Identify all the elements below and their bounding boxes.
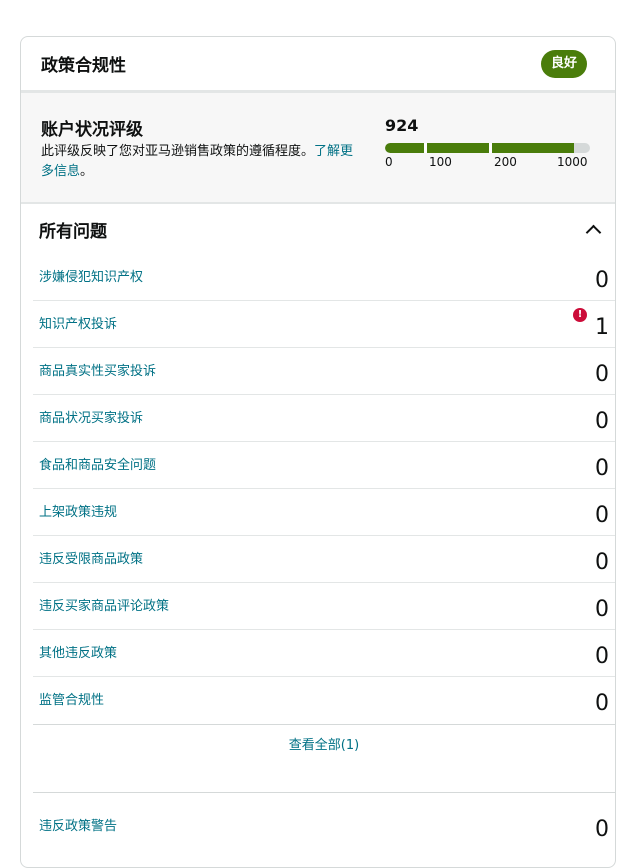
issue-link[interactable]: 涉嫌侵犯知识产权: [39, 266, 143, 285]
rating-tick-100: 100: [429, 155, 452, 169]
card-header: 政策合规性 良好: [21, 37, 615, 93]
rating-bar-separator: [424, 143, 427, 153]
issue-count: 0: [595, 503, 609, 528]
all-issues-title: 所有问题: [39, 221, 107, 242]
rating-score: 924: [385, 116, 419, 135]
rating-description: 此评级反映了您对亚马逊销售政策的遵循程度。了解更多信息。: [41, 142, 361, 182]
rating-bar: [385, 143, 590, 153]
policy-warnings-count: 0: [595, 817, 609, 842]
issue-count: 0: [595, 550, 609, 575]
rating-title: 账户状况评级: [41, 120, 143, 140]
rating-bar-fill: [385, 143, 574, 153]
issue-row: 违反受限商品政策 0: [33, 536, 615, 583]
issue-count: 0: [595, 644, 609, 669]
issue-count: 0: [595, 268, 609, 293]
rating-description-text: 此评级反映了您对亚马逊销售政策的遵循程度。: [41, 144, 315, 159]
issue-link[interactable]: 食品和商品安全问题: [39, 454, 156, 473]
issue-row: 食品和商品安全问题 0: [33, 442, 615, 489]
policy-warnings-link[interactable]: 违反政策警告: [39, 815, 117, 834]
issue-count: 1: [595, 315, 609, 340]
issue-link[interactable]: 监管合规性: [39, 689, 104, 708]
issue-row: 商品真实性买家投诉 0: [33, 348, 615, 395]
issue-link[interactable]: 违反受限商品政策: [39, 548, 143, 567]
issue-link[interactable]: 违反买家商品评论政策: [39, 595, 169, 614]
issue-link[interactable]: 上架政策违规: [39, 501, 117, 520]
card-title: 政策合规性: [41, 56, 126, 76]
rating-description-suffix: 。: [80, 164, 94, 179]
issue-count: 0: [595, 362, 609, 387]
issue-link[interactable]: 商品状况买家投诉: [39, 407, 143, 426]
account-health-rating: 账户状况评级 此评级反映了您对亚马逊销售政策的遵循程度。了解更多信息。 924 …: [21, 93, 615, 204]
policy-warnings-row: 违反政策警告 0: [33, 792, 615, 843]
issue-row: 监管合规性 0: [33, 677, 615, 723]
all-issues-header: 所有问题: [21, 204, 615, 254]
alert-icon: !: [573, 308, 587, 322]
issue-count: 0: [595, 409, 609, 434]
issue-link[interactable]: 商品真实性买家投诉: [39, 360, 156, 379]
issue-row: 违反买家商品评论政策 0: [33, 583, 615, 630]
issue-row: 其他违反政策 0: [33, 630, 615, 677]
issue-row: 商品状况买家投诉 0: [33, 395, 615, 442]
policy-compliance-card: 政策合规性 良好 账户状况评级 此评级反映了您对亚马逊销售政策的遵循程度。了解更…: [20, 36, 616, 868]
chevron-up-icon[interactable]: [585, 224, 602, 240]
view-all-link[interactable]: 查看全部(1): [33, 724, 615, 768]
issues-list: 涉嫌侵犯知识产权 0 知识产权投诉 ! 1 商品真实性买家投诉 0 商品状况买家…: [33, 254, 615, 768]
issue-row: 上架政策违规 0: [33, 489, 615, 536]
issue-row: 知识产权投诉 ! 1: [33, 301, 615, 348]
rating-bar-separator: [489, 143, 492, 153]
rating-tick-1000: 1000: [557, 155, 588, 169]
rating-tick-0: 0: [385, 155, 393, 169]
issue-link[interactable]: 知识产权投诉: [39, 313, 117, 332]
status-badge: 良好: [540, 49, 587, 78]
rating-tick-200: 200: [494, 155, 517, 169]
issue-link[interactable]: 其他违反政策: [39, 642, 117, 661]
issue-count: 0: [595, 456, 609, 481]
issue-row: 涉嫌侵犯知识产权 0: [33, 254, 615, 301]
issue-count: 0: [595, 597, 609, 622]
issue-count: 0: [595, 691, 609, 716]
